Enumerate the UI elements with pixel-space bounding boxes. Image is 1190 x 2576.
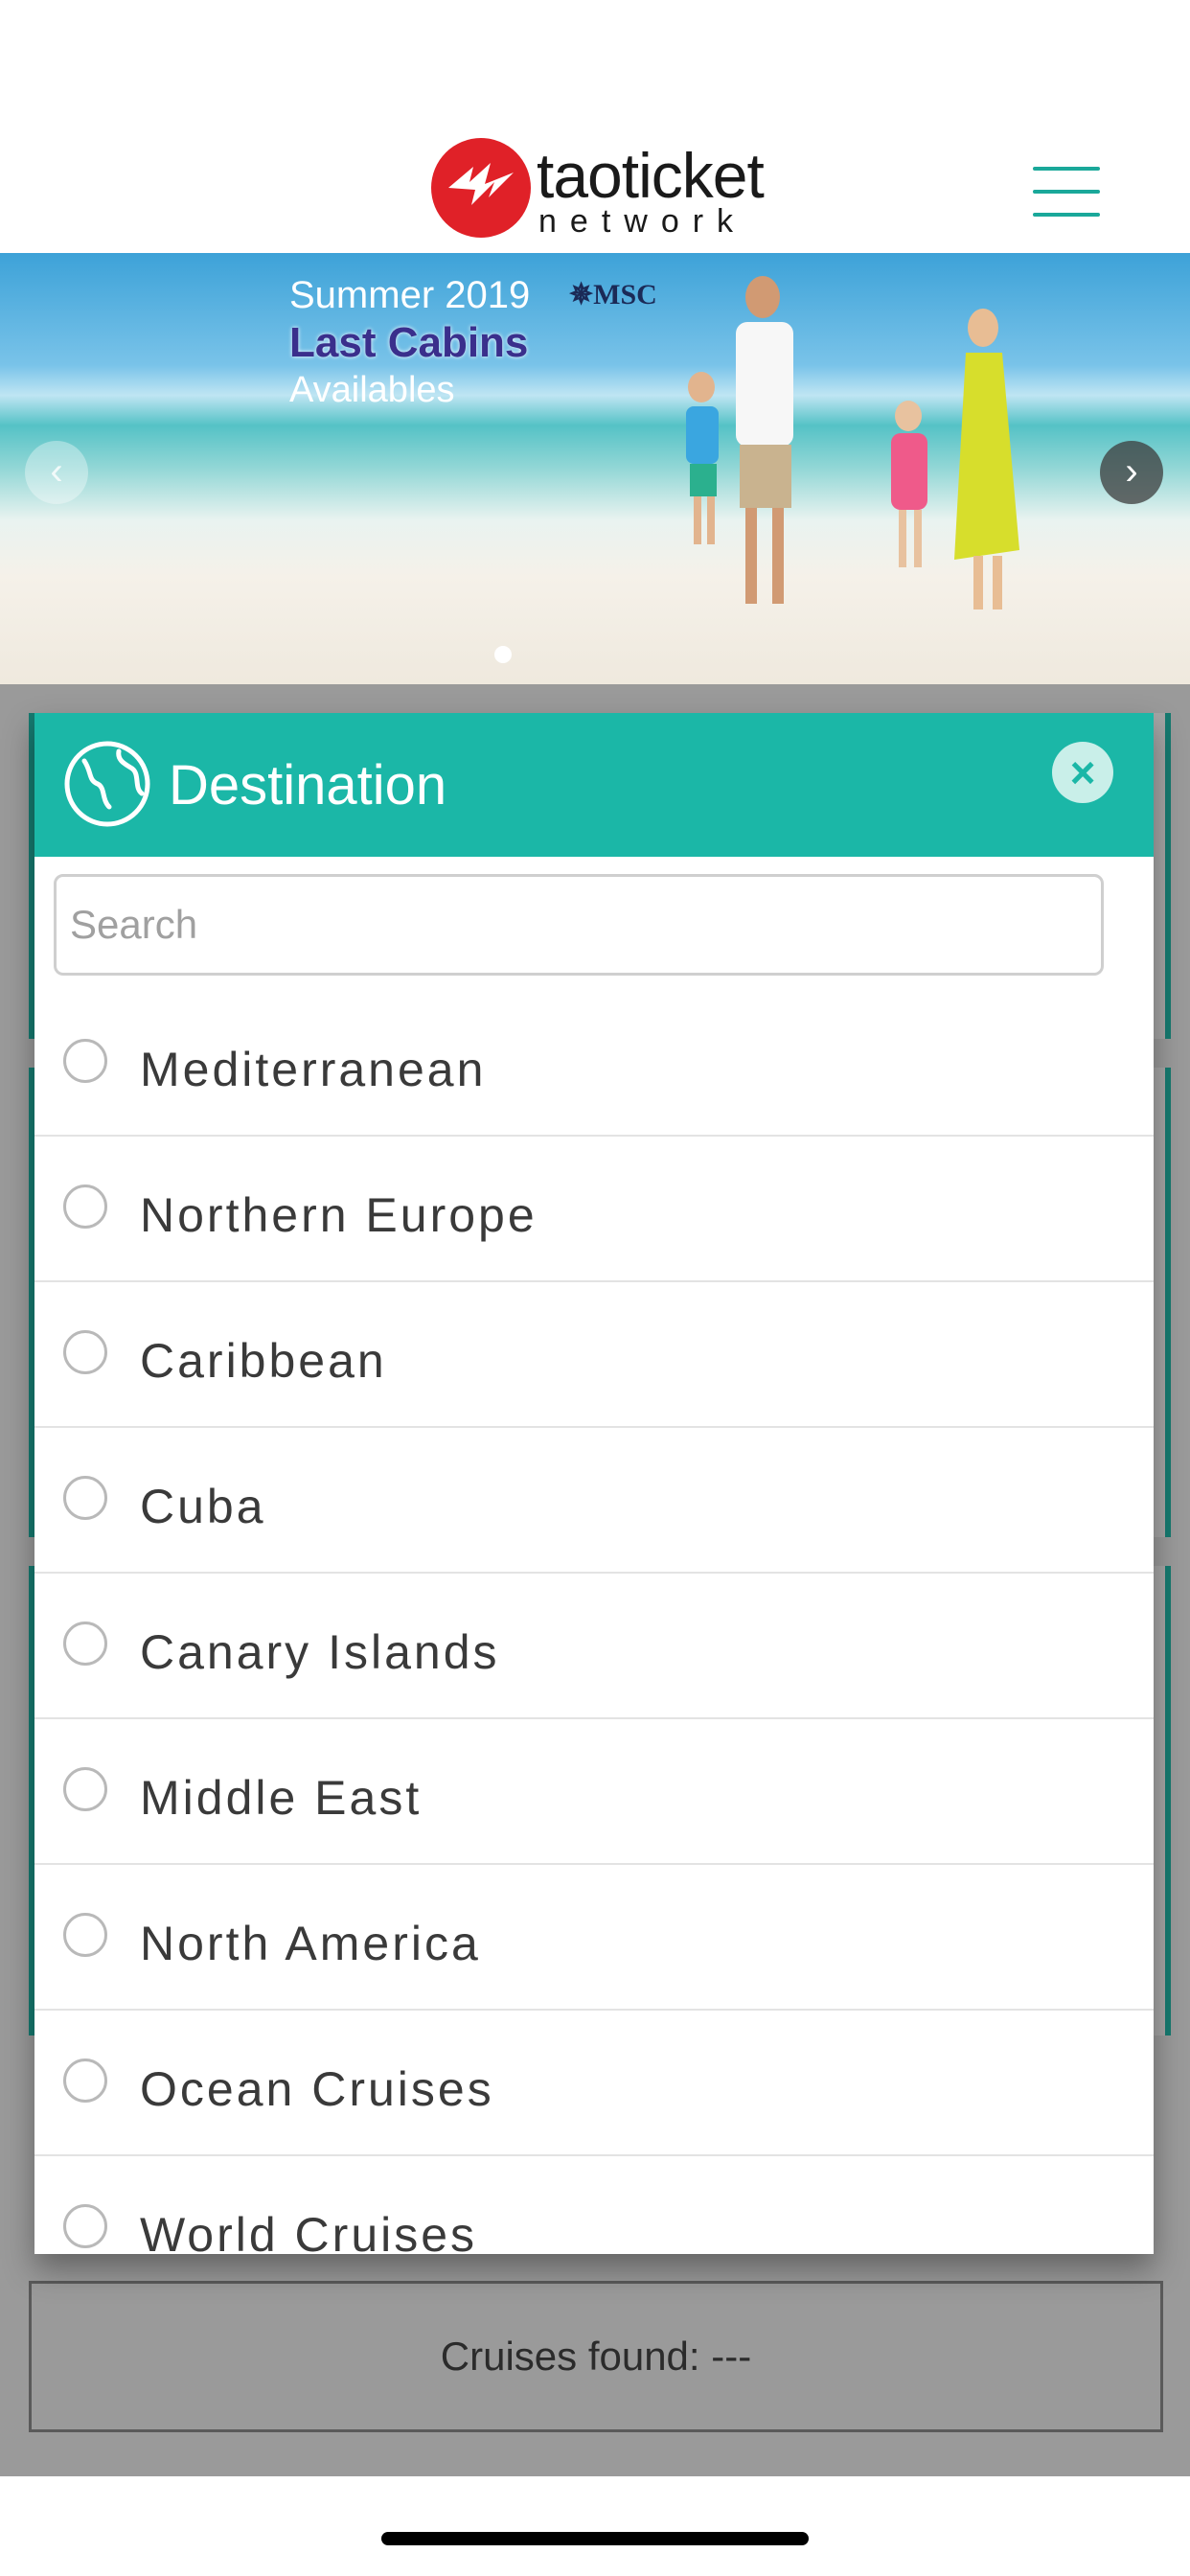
radio-icon[interactable]: [63, 2204, 107, 2248]
header: taoticket network: [0, 0, 1190, 253]
radio-icon[interactable]: [63, 1184, 107, 1229]
modal-title: Destination: [169, 754, 447, 816]
radio-icon[interactable]: [63, 1330, 107, 1374]
destination-label: Northern Europe: [140, 1188, 538, 1242]
promo-banner[interactable]: Summer 2019 Last Cabins Availables ✵MSC …: [0, 253, 1190, 684]
carousel-indicator[interactable]: [494, 646, 512, 663]
radio-icon[interactable]: [63, 1622, 107, 1666]
globe-icon: [64, 741, 150, 827]
destination-option[interactable]: Cuba: [34, 1428, 1154, 1574]
modal-header: Destination ×: [34, 713, 1154, 857]
destination-option[interactable]: Caribbean: [34, 1282, 1154, 1428]
radio-icon[interactable]: [63, 1913, 107, 1957]
cruises-found-box: Cruises found: ---: [29, 2281, 1163, 2432]
destination-label: Ocean Cruises: [140, 2062, 494, 2116]
chevron-right-icon[interactable]: ›: [1100, 441, 1163, 504]
destination-option[interactable]: World Cruises: [34, 2156, 1154, 2254]
banner-line-3: Availables: [289, 370, 455, 410]
destination-label: Caribbean: [140, 1334, 387, 1388]
radio-icon[interactable]: [63, 1039, 107, 1083]
logo-mark-icon: [431, 138, 531, 238]
destination-option[interactable]: North America: [34, 1865, 1154, 2011]
destination-option[interactable]: Middle East: [34, 1719, 1154, 1865]
destination-label: Mediterranean: [140, 1043, 487, 1096]
msc-brand-text: MSC: [593, 279, 657, 310]
destination-label: World Cruises: [140, 2208, 478, 2254]
destination-label: Cuba: [140, 1480, 266, 1533]
hamburger-icon[interactable]: [1033, 167, 1100, 217]
destination-option[interactable]: Ocean Cruises: [34, 2011, 1154, 2156]
banner-line-2: Last Cabins: [289, 319, 529, 366]
close-icon[interactable]: ×: [1052, 742, 1113, 803]
logo-subtitle: network: [538, 203, 747, 240]
family-illustration: [686, 276, 1019, 610]
destination-label: North America: [140, 1917, 481, 1970]
destination-label: Canary Islands: [140, 1625, 500, 1679]
radio-icon[interactable]: [63, 2058, 107, 2103]
banner-line-1: Summer 2019: [289, 274, 531, 316]
destination-option[interactable]: Mediterranean: [34, 991, 1154, 1137]
banner-text: Summer 2019 Last Cabins Availables: [289, 272, 530, 412]
destination-option[interactable]: Northern Europe: [34, 1137, 1154, 1282]
search-input[interactable]: [54, 874, 1104, 976]
radio-icon[interactable]: [63, 1476, 107, 1520]
destination-label: Middle East: [140, 1771, 423, 1825]
chevron-left-icon[interactable]: ‹: [25, 441, 88, 504]
home-indicator[interactable]: [381, 2532, 809, 2545]
msc-brand: ✵MSC: [569, 279, 657, 310]
taoticket-logo[interactable]: taoticket network: [431, 134, 767, 249]
logo-wordmark: taoticket: [537, 140, 765, 211]
destination-option[interactable]: Canary Islands: [34, 1574, 1154, 1719]
radio-icon[interactable]: [63, 1767, 107, 1811]
destination-list: Mediterranean Northern Europe Caribbean …: [34, 991, 1154, 2254]
destination-modal: Destination × Mediterranean Northern Eur…: [34, 713, 1154, 2254]
